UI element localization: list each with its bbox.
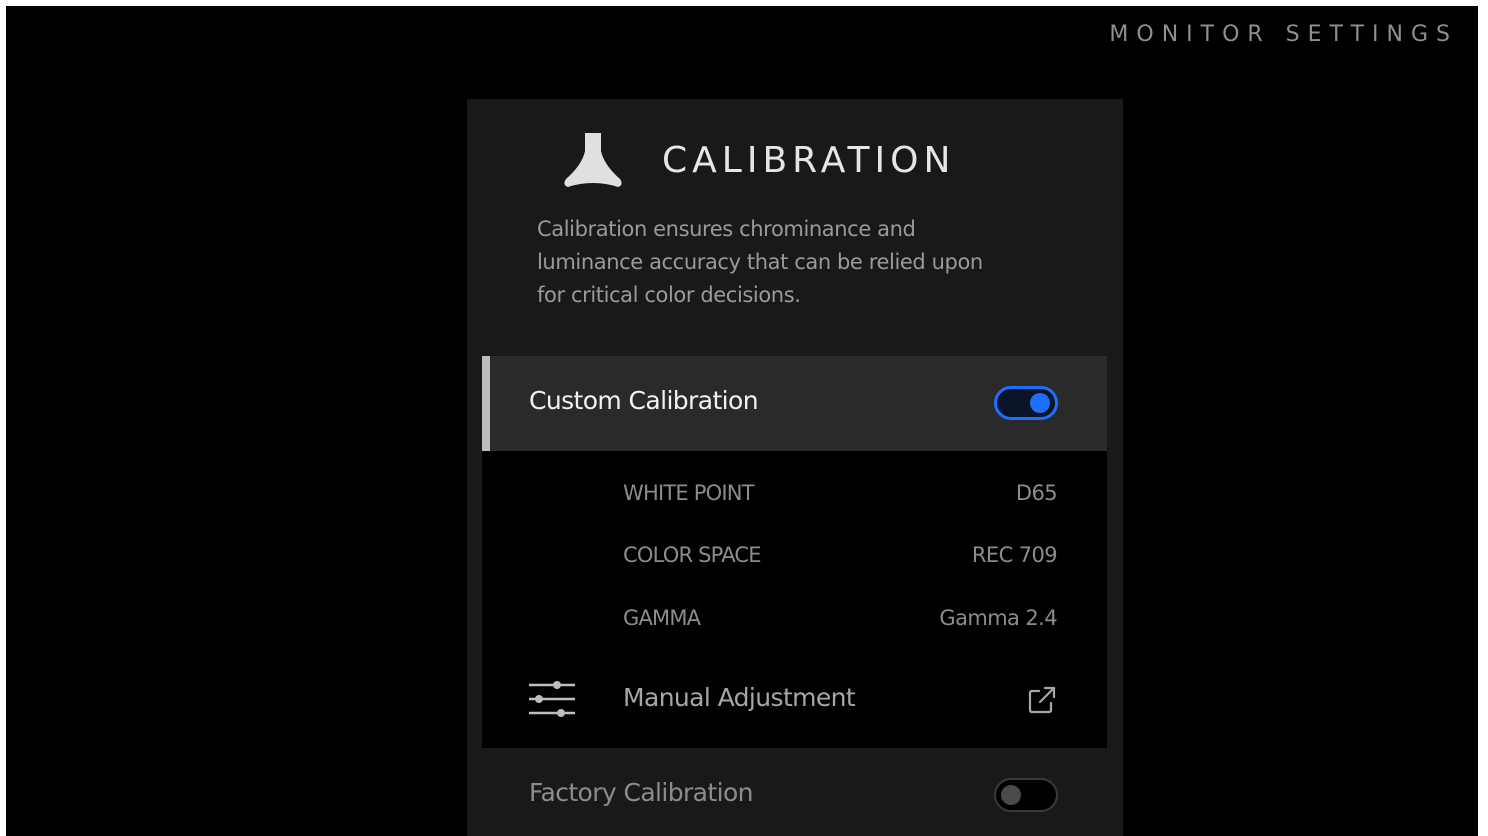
external-link-icon[interactable] — [1027, 685, 1057, 715]
custom-calibration-label: Custom Calibration — [529, 386, 759, 415]
factory-calibration-toggle[interactable] — [994, 778, 1058, 812]
gamma-label: GAMMA — [623, 606, 701, 630]
toggle-knob — [1030, 393, 1050, 413]
custom-calibration-settings: WHITE POINT D65 COLOR SPACE REC 709 GAMM… — [482, 451, 1107, 748]
page-title: MONITOR SETTINGS — [1109, 22, 1458, 47]
manual-adjustment-row[interactable]: Manual Adjustment — [482, 669, 1107, 729]
white-point-row[interactable]: WHITE POINT D65 — [482, 473, 1107, 513]
custom-calibration-row[interactable]: Custom Calibration — [482, 356, 1107, 451]
panel-header: CALIBRATION — [562, 129, 955, 191]
color-space-value: REC 709 — [971, 543, 1058, 567]
triangle-logo-icon — [564, 133, 622, 187]
factory-calibration-label: Factory Calibration — [529, 778, 754, 807]
screen: MONITOR SETTINGS CALIBRATION Calibration… — [6, 6, 1478, 836]
factory-calibration-row[interactable]: Factory Calibration — [482, 754, 1107, 834]
white-point-value: D65 — [1015, 481, 1058, 505]
color-space-label: COLOR SPACE — [623, 543, 762, 567]
gamma-value: Gamma 2.4 — [939, 606, 1057, 630]
selection-indicator — [482, 356, 490, 451]
toggle-knob — [1001, 785, 1021, 805]
panel-description: Calibration ensures chrominance and lumi… — [537, 217, 983, 307]
sliders-icon — [529, 681, 575, 717]
calibration-panel: CALIBRATION Calibration ensures chromina… — [467, 99, 1123, 836]
panel-title: CALIBRATION — [662, 139, 956, 181]
custom-calibration-toggle[interactable] — [994, 386, 1058, 420]
white-point-label: WHITE POINT — [623, 481, 754, 505]
manual-adjustment-label: Manual Adjustment — [623, 683, 856, 712]
color-space-row[interactable]: COLOR SPACE REC 709 — [482, 535, 1107, 575]
gamma-row[interactable]: GAMMA Gamma 2.4 — [482, 598, 1107, 638]
